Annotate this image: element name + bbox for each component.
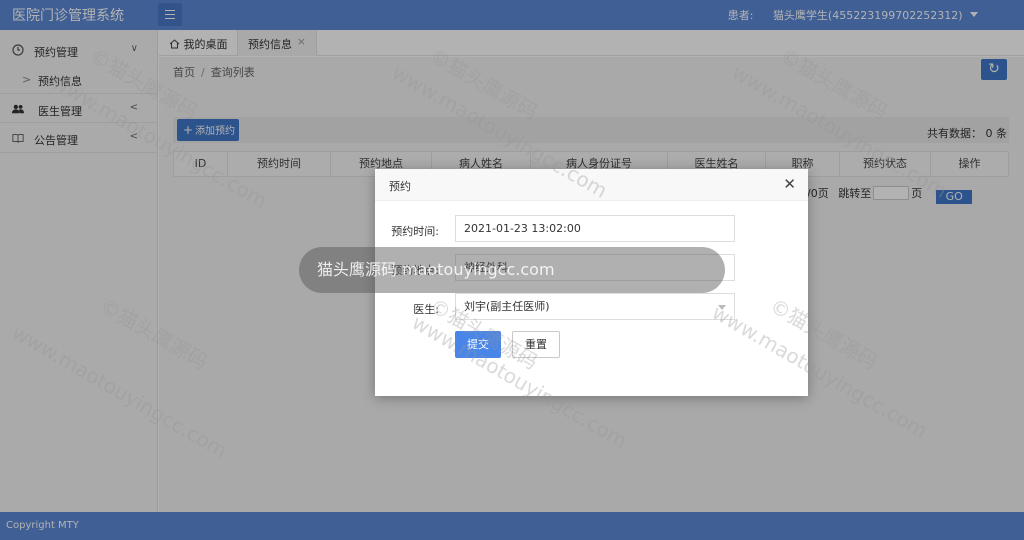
time-input[interactable]: 2021-01-23 13:02:00 bbox=[455, 215, 735, 242]
doctor-label: 医生: bbox=[413, 303, 439, 316]
reset-button[interactable]: 重置 bbox=[512, 331, 560, 358]
time-label: 预约时间: bbox=[391, 225, 439, 238]
modal-title: 预约 bbox=[389, 180, 411, 193]
modal-header: 预约 ✕ bbox=[375, 169, 808, 201]
submit-button[interactable]: 提交 bbox=[455, 331, 501, 358]
close-icon[interactable]: ✕ bbox=[783, 175, 796, 193]
doctor-select[interactable]: 刘宇(副主任医师) bbox=[455, 293, 735, 320]
doctor-select-value: 刘宇(副主任医师) bbox=[464, 300, 550, 313]
caret-down-icon bbox=[718, 305, 726, 310]
watermark-toast: 猫头鹰源码 maotouyingcc.com bbox=[299, 247, 725, 293]
